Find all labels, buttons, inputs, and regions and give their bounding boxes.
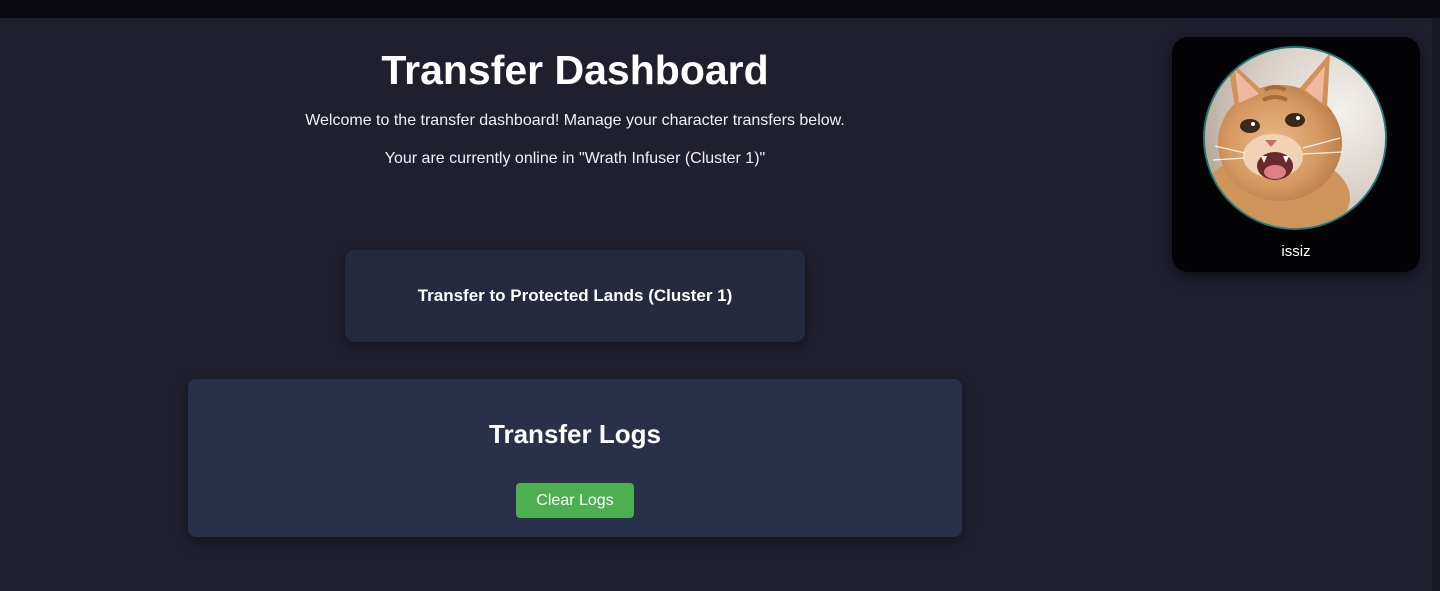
transfer-logs-title: Transfer Logs <box>489 419 661 449</box>
avatar[interactable] <box>1203 46 1387 230</box>
page-title: Transfer Dashboard <box>381 47 769 93</box>
scrollbar[interactable] <box>1432 18 1440 591</box>
welcome-text: Welcome to the transfer dashboard! Manag… <box>305 112 845 129</box>
profile-card: issiz <box>1172 37 1420 272</box>
main-content: Transfer Dashboard Welcome to the transf… <box>0 18 1150 591</box>
top-bar <box>0 0 1440 18</box>
transfer-protected-lands-button[interactable]: Transfer to Protected Lands (Cluster 1) <box>345 250 805 342</box>
transfer-logs-panel: Transfer Logs Clear Logs <box>188 379 962 537</box>
clear-logs-button[interactable]: Clear Logs <box>516 483 634 518</box>
kitten-avatar-icon <box>1205 48 1385 228</box>
username: issiz <box>1281 243 1311 260</box>
online-status-text: Your are currently online in "Wrath Infu… <box>384 150 766 167</box>
